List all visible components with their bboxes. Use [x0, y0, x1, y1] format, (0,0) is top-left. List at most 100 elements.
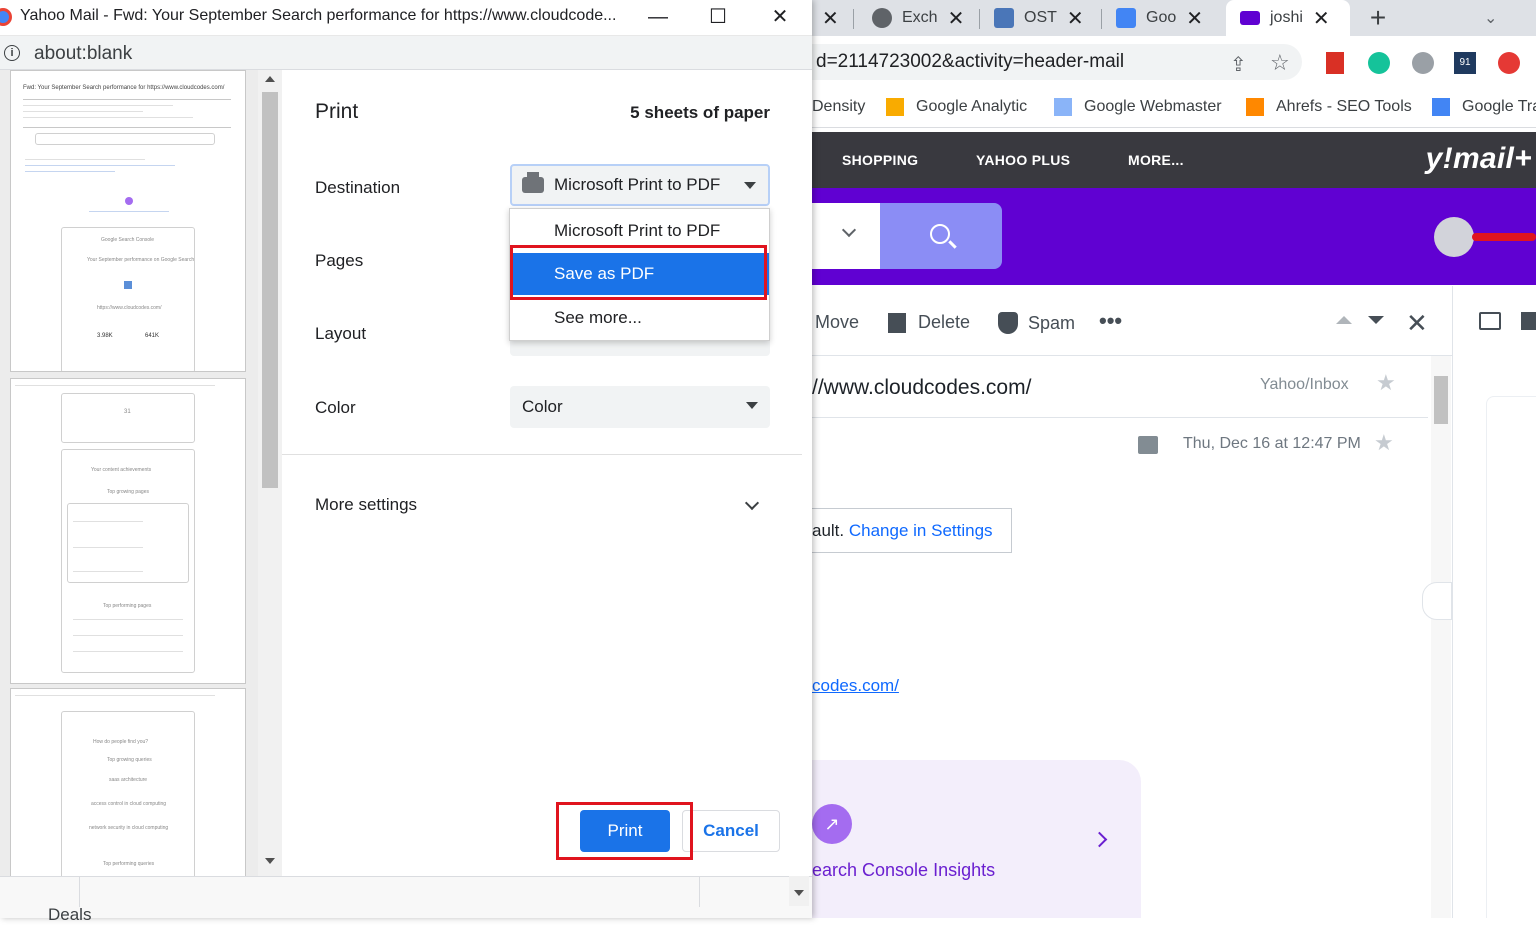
- close-icon[interactable]: ✕: [948, 6, 965, 31]
- tab-ost[interactable]: OST ✕: [982, 0, 1102, 36]
- move-button[interactable]: Move: [815, 312, 859, 333]
- close-window-button[interactable]: ✕: [750, 0, 810, 36]
- chevron-down-icon[interactable]: ⌄: [1484, 0, 1514, 36]
- close-icon[interactable]: ✕: [1313, 6, 1330, 31]
- next-message-icon[interactable]: [1368, 316, 1384, 324]
- body-link[interactable]: codes.com/: [812, 676, 899, 696]
- omnibox[interactable]: d=2114723002&activity=header-mail: [812, 44, 1302, 80]
- deals-label: Deals: [48, 905, 92, 924]
- search-input[interactable]: [812, 203, 880, 269]
- tab-partial[interactable]: ✕: [812, 0, 854, 36]
- divider: [282, 454, 802, 455]
- chevron-down-icon: [744, 182, 756, 189]
- bookmark-density[interactable]: Density: [812, 98, 865, 116]
- scroll-up-icon[interactable]: [265, 76, 275, 82]
- tab-strip: ✕ Exch ✕ OST ✕ Goo ✕ joshi ✕ + ⌄: [812, 0, 1536, 36]
- chevron-down-icon[interactable]: [744, 495, 760, 511]
- extension-91-icon[interactable]: 91: [1454, 52, 1476, 74]
- nav-yahoo-plus[interactable]: YAHOO PLUS: [976, 152, 1070, 168]
- message-scrollbar[interactable]: [1431, 356, 1451, 918]
- bookmark-ahrefs[interactable]: Ahrefs - SEO Tools: [1246, 98, 1412, 116]
- google-translate-icon: [1116, 8, 1136, 28]
- scroll-down-icon[interactable]: [265, 858, 275, 864]
- nav-more[interactable]: MORE...: [1128, 152, 1184, 168]
- extension-refresh-icon[interactable]: [1498, 52, 1520, 74]
- shield-icon: [998, 312, 1018, 334]
- spam-button[interactable]: Spam: [998, 312, 1075, 334]
- extension-red-icon[interactable]: [1326, 52, 1344, 74]
- destination-value: Microsoft Print to PDF: [554, 175, 721, 194]
- chevron-right-icon[interactable]: [1091, 831, 1108, 848]
- grammarly-icon[interactable]: [1368, 52, 1390, 74]
- info-icon[interactable]: i: [4, 45, 20, 61]
- calendar-icon[interactable]: [1521, 312, 1536, 330]
- print-icon[interactable]: [1138, 436, 1158, 454]
- tab-yahoo-mail[interactable]: joshi ✕: [1226, 0, 1350, 36]
- insights-card[interactable]: ↗ earch Console Insights: [812, 760, 1141, 918]
- gear-icon[interactable]: [1412, 52, 1434, 74]
- more-settings-toggle[interactable]: More settings: [315, 495, 417, 515]
- color-select[interactable]: Color: [510, 386, 770, 428]
- print-dialog-window: Yahoo Mail - Fwd: Your September Search …: [0, 0, 812, 924]
- star-icon[interactable]: ★: [1374, 430, 1394, 456]
- scroll-down-icon[interactable]: [794, 890, 804, 896]
- trash-icon: [888, 312, 906, 333]
- tab-label: OST: [1024, 9, 1057, 26]
- message-folder: Yahoo/Inbox: [1260, 376, 1349, 393]
- yahoo-mail-logo[interactable]: y!mail+: [1426, 142, 1532, 176]
- nav-shopping[interactable]: SHOPPING: [842, 152, 918, 168]
- close-icon[interactable]: ✕: [1186, 6, 1203, 31]
- star-icon[interactable]: ☆: [1270, 50, 1290, 76]
- more-options-icon[interactable]: •••: [1099, 308, 1122, 334]
- address-bar: d=2114723002&activity=header-mail ⇪ ☆ 91: [812, 36, 1536, 88]
- popup-url: about:blank: [34, 43, 133, 64]
- preview-scrollbar-thumb[interactable]: [262, 92, 278, 488]
- bookmark-google-translate[interactable]: Google Tra: [1432, 98, 1536, 116]
- bookmark-google-webmaster[interactable]: Google Webmaster: [1054, 98, 1222, 116]
- mail-icon: [1240, 11, 1260, 25]
- highlight-save-as-pdf: [510, 245, 767, 300]
- share-icon[interactable]: ⇪: [1230, 52, 1247, 77]
- bookmark-google-analytics[interactable]: Google Analytic: [886, 98, 1027, 116]
- maximize-button[interactable]: ☐: [688, 0, 748, 36]
- expand-pane-button[interactable]: [1422, 582, 1452, 620]
- destination-select[interactable]: Microsoft Print to PDF: [510, 164, 770, 206]
- destination-label: Destination: [315, 178, 401, 197]
- layout-label: Layout: [315, 324, 367, 343]
- window-scrollbar[interactable]: [789, 876, 809, 906]
- previous-message-icon[interactable]: [1336, 316, 1352, 324]
- highlight-print-button: [556, 802, 693, 860]
- window-title: Yahoo Mail - Fwd: Your September Search …: [20, 7, 617, 24]
- close-icon[interactable]: ✕: [1067, 6, 1084, 31]
- contact-card-icon[interactable]: [1479, 312, 1501, 330]
- redaction-mark: [1472, 233, 1536, 241]
- preview-page-3[interactable]: How do people find you? Top growing quer…: [10, 688, 246, 876]
- chevron-down-icon[interactable]: [841, 222, 857, 238]
- tab-google-translate[interactable]: Goo ✕: [1104, 0, 1224, 36]
- print-title: Print: [315, 100, 359, 123]
- message-date: Thu, Dec 16 at 12:47 PM: [1183, 435, 1361, 452]
- globe-icon: [872, 8, 892, 28]
- print-settings: Print 5 sheets of paper Destination Micr…: [282, 70, 812, 876]
- insights-link[interactable]: earch Console Insights: [812, 860, 995, 881]
- cancel-button[interactable]: Cancel: [682, 810, 780, 852]
- option-see-more[interactable]: See more...: [510, 297, 769, 339]
- change-settings-link[interactable]: Change in Settings: [849, 521, 993, 540]
- tab-exchange[interactable]: Exch ✕: [860, 0, 980, 36]
- yahoo-nav: SHOPPING YAHOO PLUS MORE... y!mail+: [812, 132, 1536, 188]
- delete-button[interactable]: Delete: [888, 312, 970, 333]
- chevron-down-icon: [746, 402, 758, 409]
- close-icon[interactable]: ✕: [822, 6, 839, 31]
- window-titlebar: Yahoo Mail - Fwd: Your September Search …: [0, 0, 812, 36]
- preview-page-2[interactable]: 31 Your content achievements Top growing…: [10, 378, 246, 684]
- avatar[interactable]: [1434, 217, 1474, 257]
- trending-icon: ↗: [812, 804, 852, 844]
- scrollbar-thumb[interactable]: [1434, 376, 1448, 424]
- close-icon[interactable]: ✕: [1406, 308, 1428, 339]
- preview-page-1[interactable]: Fwd: Your September Search performance f…: [10, 70, 246, 372]
- webmaster-icon: [1054, 98, 1072, 116]
- minimize-button[interactable]: —: [628, 0, 688, 36]
- star-icon[interactable]: ★: [1376, 370, 1396, 396]
- new-tab-button[interactable]: +: [1362, 0, 1394, 36]
- search-button[interactable]: [880, 203, 1002, 269]
